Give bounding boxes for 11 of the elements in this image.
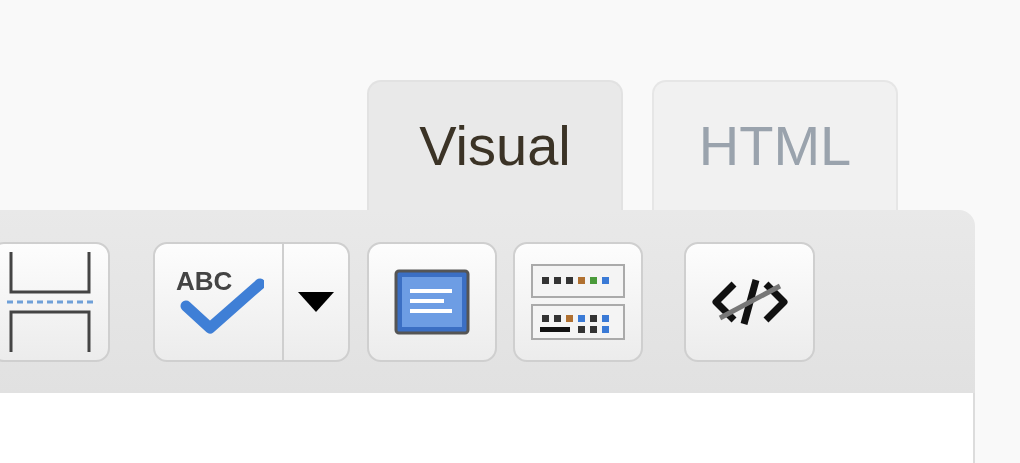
page-break-button[interactable] [0, 242, 110, 362]
fullscreen-button[interactable] [367, 242, 497, 362]
toolbar-toggle-button[interactable] [513, 242, 643, 362]
editor-tab[interactable]: Visual [367, 80, 623, 210]
toolbar-rows-icon [530, 263, 626, 341]
html-code-button[interactable] [684, 242, 815, 362]
spellcheck-button[interactable]: ABC [153, 242, 284, 362]
page-break-icon [5, 250, 95, 354]
dropdown-button[interactable] [284, 242, 350, 362]
window-icon [394, 269, 470, 335]
caret-icon [298, 292, 334, 312]
